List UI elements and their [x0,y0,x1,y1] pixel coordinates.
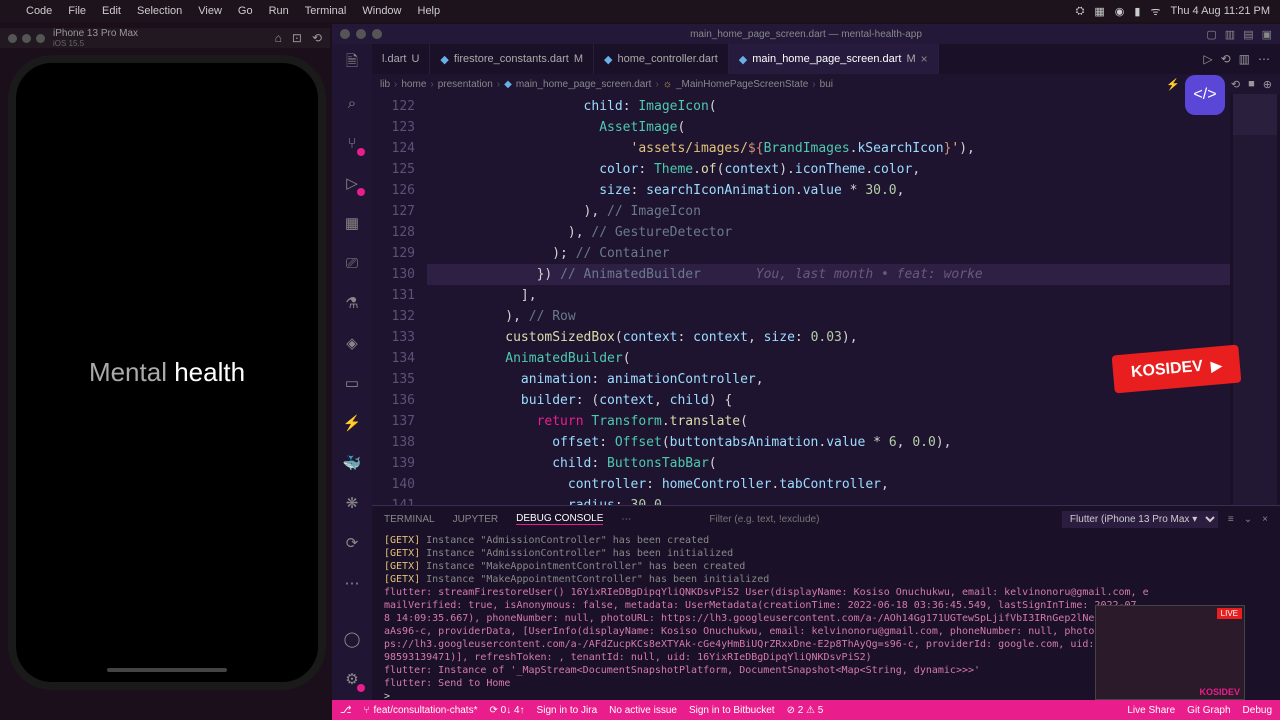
status-icon[interactable]: ⛭ [1076,5,1085,18]
editor-tabs: l.dart U ◆firestore_constants.dart M ◆ho… [372,44,1280,74]
stop-icon[interactable]: ■ [1248,78,1255,91]
home-indicator [107,668,227,672]
wifi-icon[interactable]: ᯤ [1150,4,1160,19]
home-icon[interactable]: ⌂ [275,31,282,45]
status-issue[interactable]: No active issue [609,705,677,716]
breadcrumbs[interactable]: lib› home› presentation› ◆main_home_page… [372,74,1280,94]
menubar-item[interactable]: Edit [102,5,121,17]
code-editor[interactable]: 1221231241251261271281291301311321331341… [372,94,1280,505]
webcam-overlay: LIVE KOSIDEV [1095,605,1245,700]
collapse-icon[interactable]: ⌄ [1244,514,1252,525]
misc-icon[interactable]: ⟳ [341,532,363,554]
inspect-icon[interactable]: ⊕ [1263,78,1272,91]
clock[interactable]: Thu 4 Aug 11:21 PM [1171,5,1270,17]
menubar-item[interactable]: Selection [137,5,182,17]
window-title: main_home_page_screen.dart — mental-heal… [690,29,922,40]
database-icon[interactable]: ▭ [341,372,363,394]
window-titlebar: main_home_page_screen.dart — mental-heal… [332,24,1280,44]
menubar-item[interactable]: Window [362,5,401,17]
status-jira[interactable]: Sign in to Jira [537,705,598,716]
flutter-icon[interactable]: ◈ [341,332,363,354]
menubar-app[interactable]: Code [26,5,52,17]
minimap[interactable] [1230,94,1280,505]
debug-target-dropdown[interactable]: Flutter (iPhone 13 Pro Max ▾ [1062,511,1218,528]
code-overlay-badge: </> [1185,75,1225,115]
simulator-titlebar: iPhone 13 Pro Max iOS 15.5 ⌂ ⊡ ⟲ [0,28,330,48]
testing-icon[interactable]: ⚗ [341,292,363,314]
tab-active[interactable]: ◆main_home_page_screen.dart M× [729,44,939,74]
search-icon[interactable]: ⌕ [341,92,363,114]
lightning-icon[interactable]: ⚡ [1166,78,1180,91]
line-numbers: 1221231241251261271281291301311321331341… [372,94,427,505]
phone-simulator[interactable]: Mental health [8,55,326,690]
close-icon[interactable]: × [1262,514,1268,525]
status-bar: ⎇ ⑂ feat/consultation-chats* ⟳ 0↓ 4↑ Sig… [332,700,1280,720]
tab[interactable]: ◆home_controller.dart [594,44,729,74]
panel-tab-jupyter[interactable]: JUPYTER [453,514,499,525]
wifi-icon[interactable]: ◉ [1115,5,1125,18]
status-bitbucket[interactable]: Sign in to Bitbucket [689,705,775,716]
panel-tab-terminal[interactable]: TERMINAL [384,514,435,525]
more-icon[interactable]: ⋯ [621,514,631,525]
device-os: iOS 15.5 [53,39,138,48]
debug-icon[interactable]: ⟲ [1221,52,1231,66]
remote-icon[interactable]: ⎚ [341,252,363,274]
rotate-icon[interactable]: ⟲ [312,31,322,45]
more-icon[interactable]: ⋯ [341,572,363,594]
sync-indicator[interactable]: ⟳ 0↓ 4↑ [489,705,524,716]
menubar-item[interactable]: Run [269,5,289,17]
app-splash-text: Mental health [89,357,245,388]
menubar-item[interactable]: View [198,5,222,17]
traffic-lights[interactable] [8,34,45,43]
problems-indicator[interactable]: ⊘ 2 ⚠ 5 [787,705,824,716]
traffic-lights[interactable] [340,29,382,39]
close-icon[interactable]: × [921,52,928,66]
clear-icon[interactable]: ≡ [1228,514,1234,525]
misc-icon[interactable]: ❋ [341,492,363,514]
menubar-item[interactable]: Terminal [305,5,347,17]
battery-icon[interactable]: ▮ [1134,5,1140,18]
layout-controls[interactable]: ▢▥▤▣ [1206,28,1272,41]
source-control-icon[interactable]: ⑂ [341,132,363,154]
filter-input[interactable] [709,514,889,525]
extensions-icon[interactable]: ▦ [341,212,363,234]
tab[interactable]: ◆firestore_constants.dart M [430,44,594,74]
thunder-icon[interactable]: ⚡ [341,412,363,434]
split-icon[interactable]: ▥ [1239,52,1250,66]
device-name: iPhone 13 Pro Max [53,28,138,39]
activity-bar: 🗎 ⌕ ⑂ ▷ ▦ ⎚ ⚗ ◈ ▭ ⚡ 🐳 ❋ ⟳ ⋯ ◯ ⚙ [332,44,372,700]
menubar-item[interactable]: Help [418,5,441,17]
git-graph[interactable]: Git Graph [1187,705,1230,716]
remote-indicator[interactable]: ⎇ [340,705,352,716]
restart-icon[interactable]: ⟲ [1231,78,1240,91]
settings-icon[interactable]: ⚙ [341,668,363,690]
debug-status[interactable]: Debug [1243,705,1272,716]
live-indicator: LIVE [1217,608,1242,619]
tab[interactable]: l.dart U [372,44,430,74]
account-icon[interactable]: ◯ [341,628,363,650]
run-icon[interactable]: ▷ [1203,52,1212,66]
code-content[interactable]: child: ImageIcon( AssetImage( 'assets/im… [427,94,1230,505]
status-icon[interactable]: ▦ [1094,5,1104,18]
panel-tab-debug[interactable]: DEBUG CONSOLE [516,513,603,525]
docker-icon[interactable]: 🐳 [341,452,363,474]
explorer-icon[interactable]: 🗎 [341,52,363,74]
webcam-name: KOSIDEV [1199,687,1240,697]
run-debug-icon[interactable]: ▷ [341,172,363,194]
more-icon[interactable]: ⋯ [1258,52,1270,66]
macos-menubar: Code File Edit Selection View Go Run Ter… [0,0,1280,22]
branch-indicator[interactable]: ⑂ feat/consultation-chats* [364,705,478,716]
screenshot-icon[interactable]: ⊡ [292,31,302,45]
live-share[interactable]: Live Share [1127,705,1175,716]
menubar-item[interactable]: File [68,5,86,17]
menubar-item[interactable]: Go [238,5,253,17]
